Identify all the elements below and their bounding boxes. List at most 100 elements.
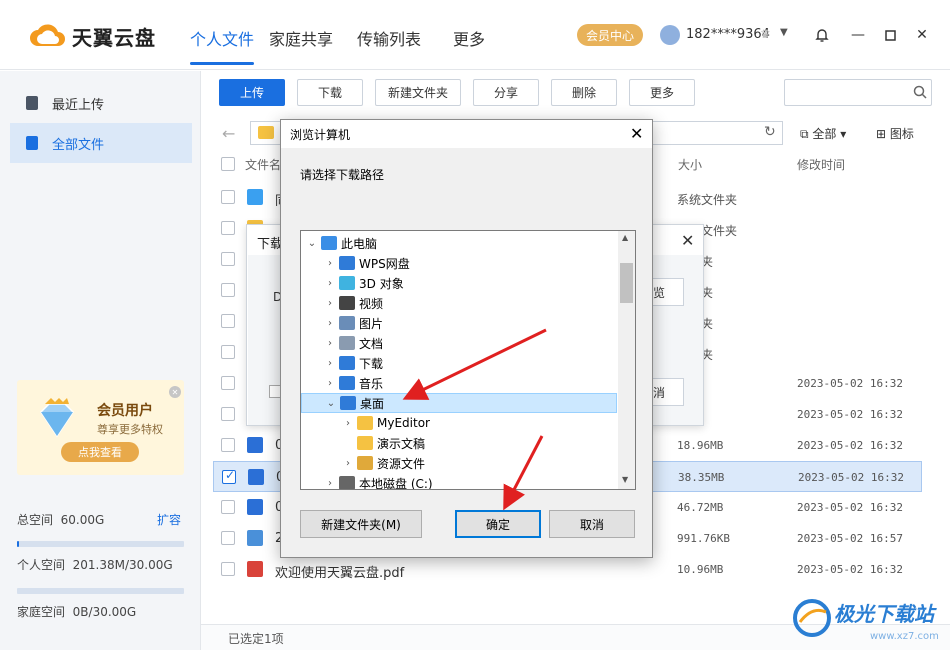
tree-node-label: 音乐 [359, 376, 384, 391]
select-all-checkbox[interactable] [221, 157, 235, 171]
chevron-right-icon[interactable]: › [325, 318, 335, 329]
chevron-right-icon[interactable]: › [343, 458, 353, 469]
chevron-right-icon[interactable]: › [325, 358, 335, 369]
cancel-button[interactable]: 取消 [549, 510, 635, 538]
column-name-header[interactable]: 文件名 [245, 156, 281, 173]
close-icon[interactable]: ✕ [911, 24, 933, 46]
promo-view-button[interactable]: 点我查看 [61, 442, 139, 462]
chevron-right-icon[interactable]: › [325, 378, 335, 389]
bell-icon[interactable] [811, 24, 833, 46]
tree-node[interactable]: ⌄ 桌面 [301, 393, 617, 413]
folder-tree[interactable]: ⌄ 此电脑 › WPS网盘 › 3D 对象 › 视频 › 图片 › 文档 › 下载 › 音乐 ⌄ 桌面 › MyEdi… [300, 230, 636, 490]
vip-center-button[interactable]: 会员中心 [577, 24, 643, 46]
tree-node[interactable]: › MyEditor [301, 413, 617, 433]
file-size: 38.35MB [678, 471, 725, 484]
file-size: 46.72MB [677, 501, 724, 514]
chevron-right-icon[interactable]: › [325, 478, 335, 489]
chevron-right-icon[interactable]: › [325, 338, 335, 349]
vip-promo-card[interactable]: 会员用户 尊享更多特权 点我查看 ✕ [17, 380, 184, 475]
sidebar-item-all-files[interactable]: 全部文件 [10, 123, 192, 163]
table-row[interactable]: 欢迎使用天翼云盘.pdf 10.96MB 2023-05-02 16:32 [213, 554, 922, 585]
tree-node[interactable]: › 资源文件 [301, 453, 617, 473]
tree-node[interactable]: › 本地磁盘 (C:) [301, 473, 617, 490]
expand-space-link[interactable]: 扩容 [157, 511, 181, 528]
row-checkbox[interactable] [221, 500, 235, 514]
tree-node[interactable]: › 文档 [301, 333, 617, 353]
refresh-icon[interactable]: ↻ [764, 124, 776, 140]
checkmark-icon: ✓ [224, 468, 236, 482]
filter-dropdown[interactable]: ⧉ 全部 ▾ [800, 125, 846, 142]
tree-node[interactable]: ⌄ 此电脑 [301, 233, 617, 253]
upload-button[interactable]: 上传 [219, 79, 285, 106]
row-checkbox[interactable] [221, 314, 235, 328]
tree-node-label: 本地磁盘 (C:) [359, 476, 433, 490]
row-checkbox[interactable] [221, 252, 235, 266]
row-checkbox[interactable] [221, 531, 235, 545]
chevron-down-icon[interactable]: ▼ [622, 475, 628, 484]
tree-node-label: 文档 [359, 336, 384, 351]
tab-family-share[interactable]: 家庭共享 [269, 26, 333, 50]
chevron-right-icon[interactable]: › [325, 278, 335, 289]
avatar[interactable] [660, 25, 680, 45]
tree-node[interactable]: › 图片 [301, 313, 617, 333]
scrollbar-thumb[interactable] [620, 263, 633, 303]
chevron-down-icon[interactable]: ⌄ [307, 238, 317, 249]
cloud-icon [339, 256, 355, 270]
app-window: 天翼云盘 个人文件 家庭共享 传输列表 更多 会员中心 182****9364 … [0, 0, 950, 650]
file-name[interactable]: 欢迎使用天翼云盘.pdf [275, 562, 404, 581]
row-checkbox[interactable] [221, 190, 235, 204]
watermark-logo-icon [793, 599, 831, 637]
selection-status: 已选定1项 [228, 632, 284, 646]
download-icon [339, 356, 355, 370]
tab-transfer-list[interactable]: 传输列表 [357, 26, 421, 50]
row-checkbox[interactable] [221, 345, 235, 359]
tree-node[interactable]: › 视频 [301, 293, 617, 313]
sidebar-item-recent-uploads[interactable]: 最近上传 [10, 83, 192, 123]
row-checkbox[interactable]: ✓ [222, 468, 236, 484]
chevron-right-icon[interactable]: › [325, 298, 335, 309]
column-size-header[interactable]: 大小 [678, 156, 702, 173]
share-button[interactable]: 分享 [473, 79, 539, 106]
row-checkbox[interactable] [221, 438, 235, 452]
file-date: 2023-05-02 16:32 [797, 408, 903, 421]
tree-node[interactable]: › 3D 对象 [301, 273, 617, 293]
tab-more[interactable]: 更多 [453, 26, 485, 50]
tree-node[interactable]: 演示文稿 [301, 433, 617, 453]
view-mode-toggle[interactable]: ⊞ 图标 [876, 125, 914, 142]
tree-node[interactable]: › 音乐 [301, 373, 617, 393]
account-name[interactable]: 182****9364 [686, 27, 770, 42]
tree-node[interactable]: › WPS网盘 [301, 253, 617, 273]
more-button[interactable]: 更多 [629, 79, 695, 106]
chevron-right-icon[interactable]: › [343, 418, 353, 429]
search-input[interactable] [784, 79, 932, 106]
file-date: 2023-05-02 16:32 [797, 563, 903, 576]
row-checkbox[interactable] [221, 221, 235, 235]
search-icon[interactable] [913, 85, 927, 99]
close-icon[interactable]: ✕ [681, 231, 694, 250]
tree-node[interactable]: › 下载 [301, 353, 617, 373]
video-icon [248, 469, 264, 485]
tab-personal-files[interactable]: 个人文件 [190, 26, 254, 50]
chevron-down-icon[interactable]: ⌄ [326, 398, 336, 409]
close-icon[interactable]: ✕ [169, 386, 181, 398]
new-folder-button[interactable]: 新建文件夹(M) [300, 510, 422, 538]
row-checkbox[interactable] [221, 562, 235, 576]
chevron-up-icon[interactable]: ▲ [622, 233, 628, 242]
close-icon[interactable]: ✕ [630, 124, 643, 143]
delete-button[interactable]: 删除 [551, 79, 617, 106]
tree-scrollbar[interactable]: ▲ ▼ [618, 231, 635, 489]
back-arrow-icon[interactable]: ← [222, 124, 235, 143]
minimize-icon[interactable]: — [847, 24, 869, 46]
ok-button[interactable]: 确定 [455, 510, 541, 538]
row-checkbox[interactable] [221, 283, 235, 297]
row-checkbox[interactable] [221, 407, 235, 421]
new-folder-button[interactable]: 新建文件夹 [375, 79, 461, 106]
download-button[interactable]: 下载 [297, 79, 363, 106]
maximize-icon[interactable] [879, 24, 901, 46]
chevron-right-icon[interactable]: › [325, 258, 335, 269]
browse-computer-dialog: 浏览计算机 ✕ 请选择下载路径 ⌄ 此电脑 › WPS网盘 › 3D 对象 › 视频 › 图片 › 文… [280, 119, 653, 558]
row-checkbox[interactable] [221, 376, 235, 390]
tree-node-label: 下载 [359, 356, 384, 371]
column-date-header[interactable]: 修改时间 [797, 156, 845, 173]
chevron-down-icon[interactable]: ▼ [780, 27, 788, 38]
